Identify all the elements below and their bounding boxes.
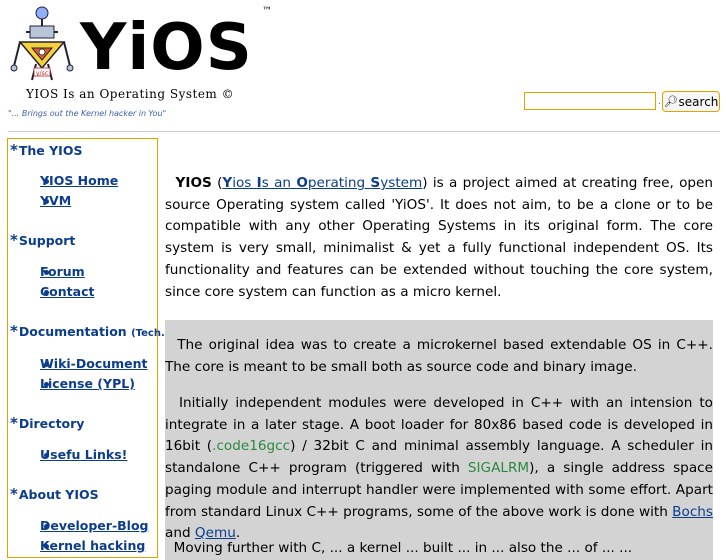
sidebar-link-useful-links[interactable]: Usefu Links! <box>40 447 127 462</box>
acronym-link[interactable]: Yios Is an Operating System <box>222 175 422 191</box>
magnifier-icon: 🔎︎ <box>663 95 678 108</box>
star-icon: * <box>10 231 18 249</box>
history-paragraph-2: Initially independent modules were devel… <box>165 395 713 542</box>
intro-project-name: YIOS <box>175 175 212 191</box>
sidebar-section-directory: *Directory <box>10 414 85 432</box>
search-input[interactable] <box>524 92 656 110</box>
sidebar-nav: *The YIOS YIOS Home YVM *Support Forum C… <box>7 138 169 558</box>
robot-logo-icon: y/sc <box>10 6 74 81</box>
search-separator: . <box>658 97 661 107</box>
header-divider <box>8 131 720 132</box>
trademark-mark: ™ <box>262 6 272 17</box>
history-paragraph-3: Moving further with C, ... a kernel ... … <box>173 540 633 556</box>
sidebar-link-license[interactable]: License (YPL) <box>40 376 135 391</box>
sidebar-link-developer-blog[interactable]: Developer-Blog <box>40 518 148 533</box>
bochs-link[interactable]: Bochs <box>672 504 713 520</box>
sidebar-section-support: *Support <box>10 231 76 249</box>
site-subtitle: YIOS Is an Operating System © <box>26 87 235 101</box>
code16gcc-text: .code16gcc <box>212 438 291 455</box>
star-icon: * <box>10 141 18 159</box>
intro-paragraph: YIOS (Yios Is an Operating System) is a … <box>165 175 713 300</box>
history-paragraph-1: The original idea was to create a microk… <box>165 337 713 375</box>
star-icon: * <box>10 414 18 432</box>
site-logo-text: YiOS <box>80 11 253 85</box>
sidebar-section-documentation: *Documentation (Tech.) <box>10 322 170 340</box>
sidebar-link-forum[interactable]: Forum <box>40 264 85 279</box>
star-icon: * <box>10 485 18 503</box>
sidebar-link-yios-home[interactable]: YIOS Home <box>40 173 118 188</box>
sidebar-link-contact[interactable]: Contact <box>40 284 94 299</box>
svg-text:y/sc: y/sc <box>36 70 48 77</box>
sidebar-link-kernel-hacking[interactable]: Kernel hacking <box>40 538 145 553</box>
sidebar-link-yvm[interactable]: YVM <box>40 193 71 208</box>
sidebar-section-the-yios: *The YIOS <box>10 141 83 159</box>
site-tagline: "... Brings out the Kernel hacker in You… <box>8 109 167 118</box>
sidebar-link-wiki-document[interactable]: Wiki-Document <box>40 356 148 371</box>
search-button[interactable]: 🔎︎ search <box>662 91 720 112</box>
star-icon: * <box>10 322 18 340</box>
search-button-label: search <box>678 94 719 109</box>
sidebar-section-about-yios: *About YIOS <box>10 485 99 503</box>
sigalrm-text: SIGALRM <box>467 460 530 477</box>
